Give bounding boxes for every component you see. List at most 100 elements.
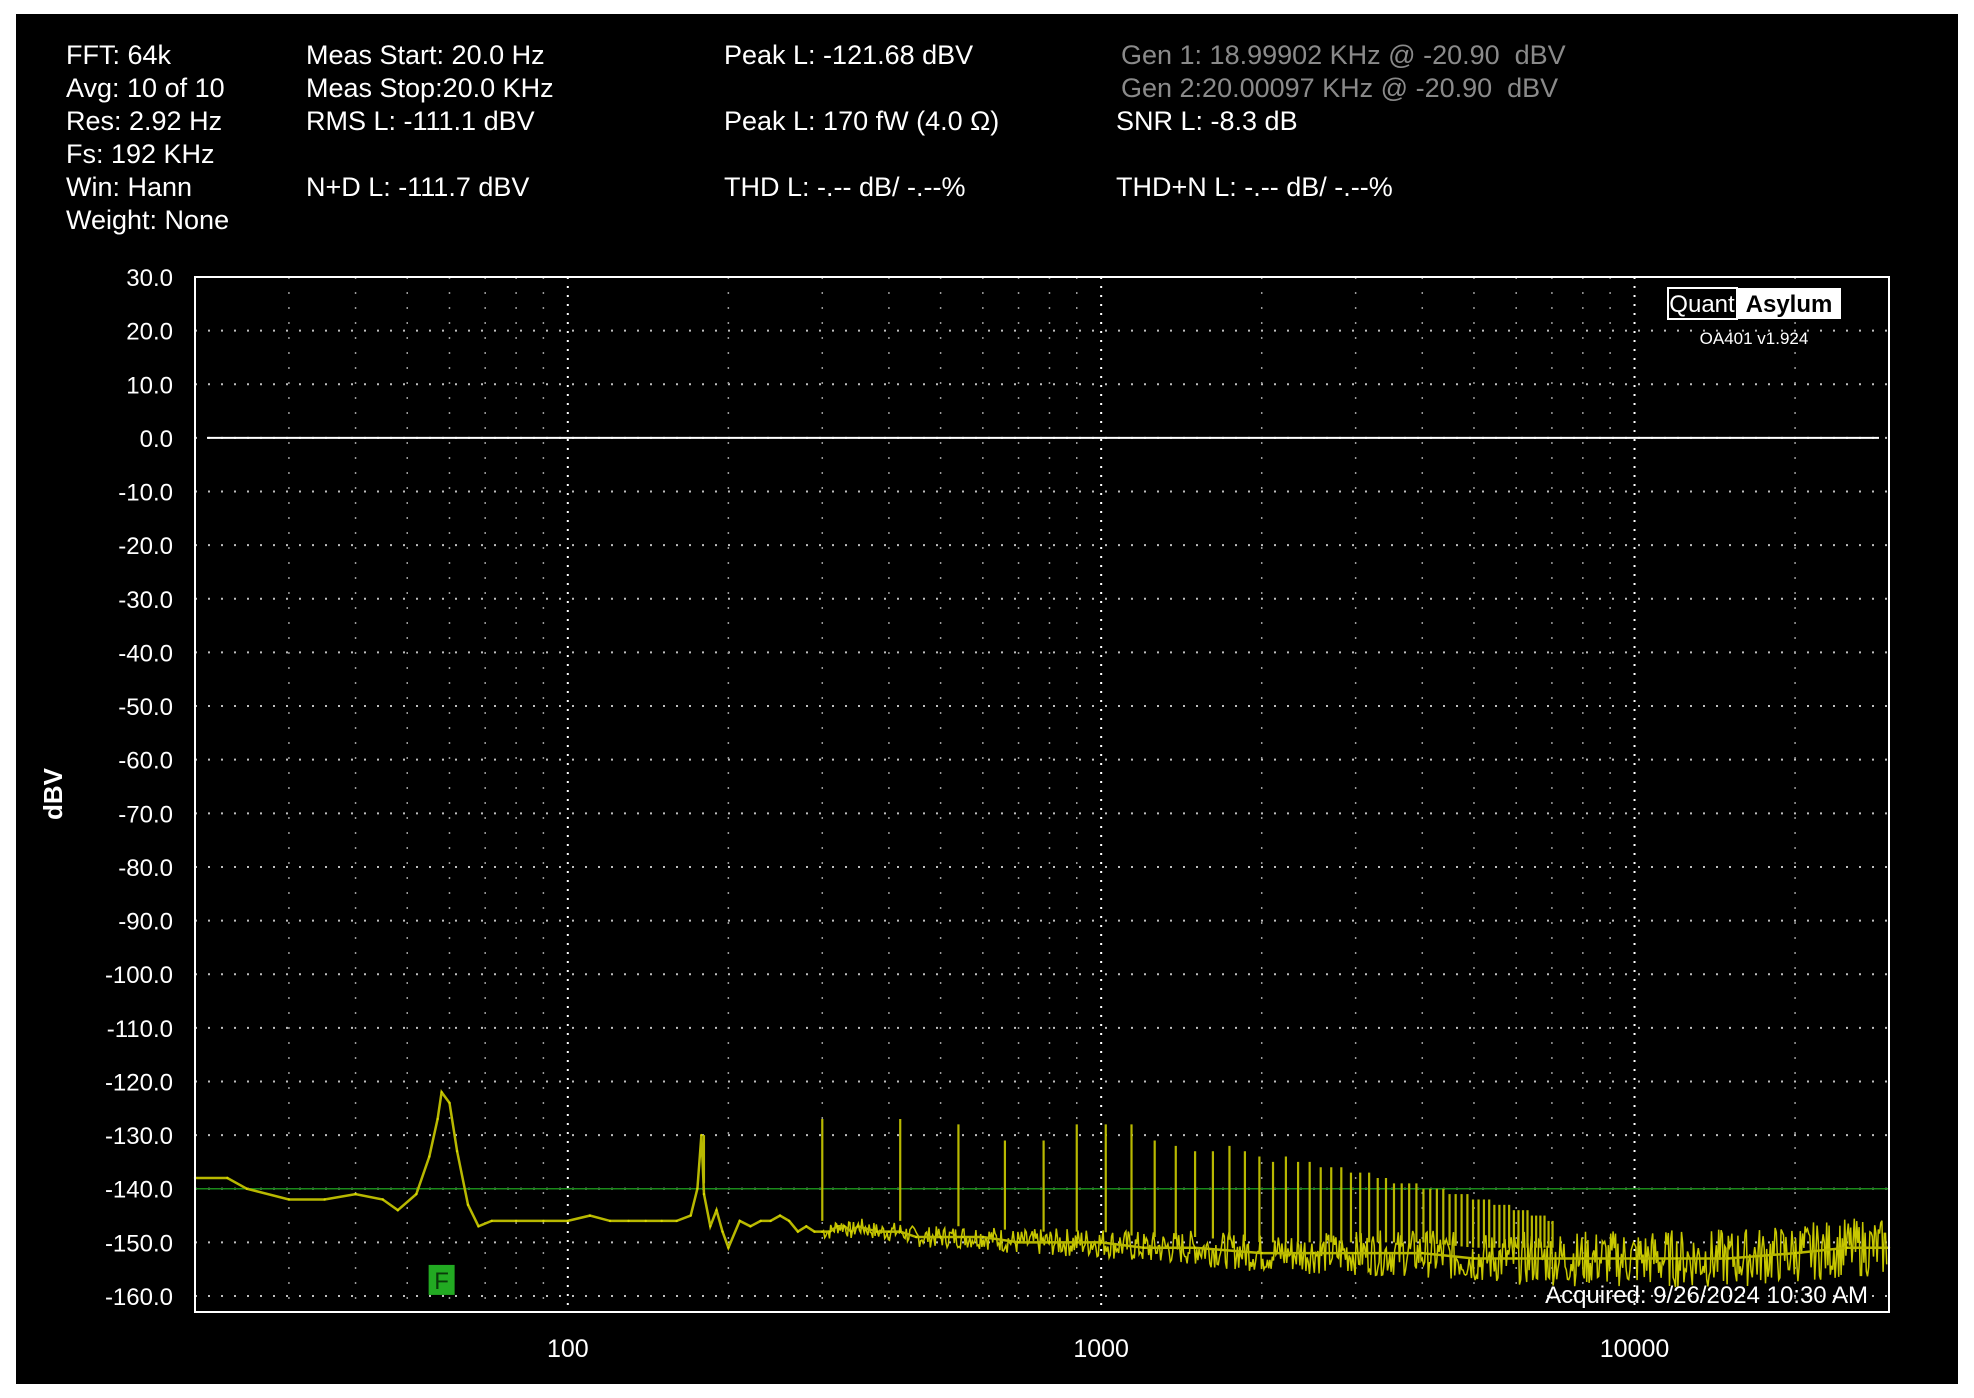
spectrum-point [821,1230,824,1233]
spectrum-point [915,1235,918,1239]
x-tick-labels: 100 1000 10000 [547,1335,1669,1363]
spectrum-point [490,1219,493,1223]
y-tick-label: -20.0 [118,533,173,560]
y-tick-label: -150.0 [105,1230,173,1257]
spectrum-point [566,1219,570,1223]
spectrum-point [843,1225,846,1228]
spectrum-point [466,1203,470,1207]
y-tick-label: -120.0 [105,1069,173,1096]
spectrum-point [1354,1251,1357,1255]
spectrum-point [415,1192,418,1196]
plot-frame [194,276,1890,1313]
spectrum-point [436,1117,439,1121]
y-tick-label: 30.0 [126,265,173,292]
y-tick-labels: 30.0 20.0 10.0 0.0 -10.0 -20.0 -30.0 -40.0 -50.0… [105,265,173,1311]
spectrum-point [644,1219,647,1223]
spectrum-point [287,1198,291,1201]
spectrum-point [721,1230,724,1233]
spectrum-point [981,1235,985,1239]
spectrum-point [440,1091,443,1094]
spectrum-point [542,1219,545,1223]
spectrum-point [381,1198,385,1201]
marker-label: F [434,1268,449,1295]
spectrum-point [887,1230,891,1233]
spectrum-point [778,1214,782,1217]
spectrum-point [448,1101,451,1105]
x-tick-label: 1000 [1073,1335,1129,1363]
y-tick-label: -140.0 [105,1177,173,1204]
spectrum-point [396,1208,399,1212]
y-tick-label: -10.0 [118,480,173,507]
y-tick-label: -100.0 [105,962,173,989]
spectrum-chart: 30.0 20.0 10.0 0.0 -10.0 -20.0 -30.0 -40.0 -50.0… [38,265,1891,1363]
y-tick-label: -60.0 [118,748,173,775]
y-tick-label: -110.0 [107,1016,173,1043]
y-tick-label: -130.0 [105,1123,173,1150]
y-tick-label: 0.0 [140,426,173,453]
spectrum-point [1099,1241,1103,1244]
y-tick-label: -30.0 [118,587,173,614]
spectrum-point [660,1219,663,1223]
x-tick-label: 100 [547,1335,589,1363]
spectrum-point [700,1133,703,1137]
spectrum-point [455,1149,459,1153]
spectrum-point [796,1230,800,1233]
spectrum-point [836,1225,839,1228]
spectrum-point [1142,1246,1145,1249]
spectrum-point [1421,1251,1424,1255]
logo-right-text: Asylum [1746,291,1833,318]
spectrum-point [1845,1246,1848,1249]
spectrum-point [1581,1257,1585,1260]
spectrum-point [1727,1257,1730,1260]
y-tick-label: -50.0 [118,694,173,721]
spectrum-point [1017,1241,1020,1244]
spectrum-point [813,1230,816,1233]
acquired-timestamp: Acquired: 9/26/2024 10:30 AM [1545,1282,1868,1309]
y-axis-label: dBV [38,767,68,820]
spectrum-point [675,1219,678,1223]
spectrum-point [749,1225,752,1228]
spectrum-point [696,1187,699,1190]
spectrum-point [1312,1251,1315,1255]
spectrum-point [226,1176,229,1180]
brand-logo: Quant Asylum OA401 v1.924 [1667,287,1841,348]
spectrum-point [1793,1251,1797,1255]
spectrum-point [323,1198,326,1201]
spectrum-point [1075,1241,1078,1244]
spectrum-point [1048,1241,1051,1244]
spectrum-point [738,1219,741,1223]
spectrum-point [939,1235,942,1239]
y-tick-label: -70.0 [118,801,173,828]
spectrum-point [1633,1257,1636,1260]
spectrum-point [702,1192,706,1196]
spectrum-point [245,1187,248,1190]
analyzer-panel: FFT: 64k Avg: 10 of 10 Res: 2.92 Hz Fs: … [16,14,1958,1384]
spectrum-point [828,1230,832,1233]
frequency-marker[interactable]: F [428,1264,455,1295]
logo-left-text: Quant [1669,291,1735,318]
spectrum-point [588,1214,592,1217]
spectrum-point [899,1230,902,1233]
y-tick-label: -40.0 [118,640,173,667]
spectrum-point [787,1219,791,1223]
spectrum-point [1514,1257,1518,1260]
spectrum-point [715,1208,718,1212]
y-tick-label: -90.0 [118,909,173,936]
y-tick-label: 20.0 [126,319,173,346]
logo-version: OA401 v1.924 [1700,329,1809,348]
spectrum-point [805,1225,808,1228]
spectrum-point [1472,1257,1476,1260]
y-tick-label: 10.0 [126,372,173,399]
x-tick-label: 10000 [1600,1335,1670,1363]
spectrum-point [1193,1246,1197,1249]
spectrum-point [856,1225,860,1228]
chart-grid [194,276,1890,1312]
spectrum-point [477,1225,480,1228]
y-tick-label: -160.0 [105,1284,173,1311]
spectrum-point [428,1155,431,1158]
spectrum-point [709,1225,712,1228]
spectrum-point [689,1214,692,1217]
spectrum-point [1260,1251,1263,1255]
spectrum-point [727,1246,730,1249]
spectrum-point [961,1235,964,1239]
